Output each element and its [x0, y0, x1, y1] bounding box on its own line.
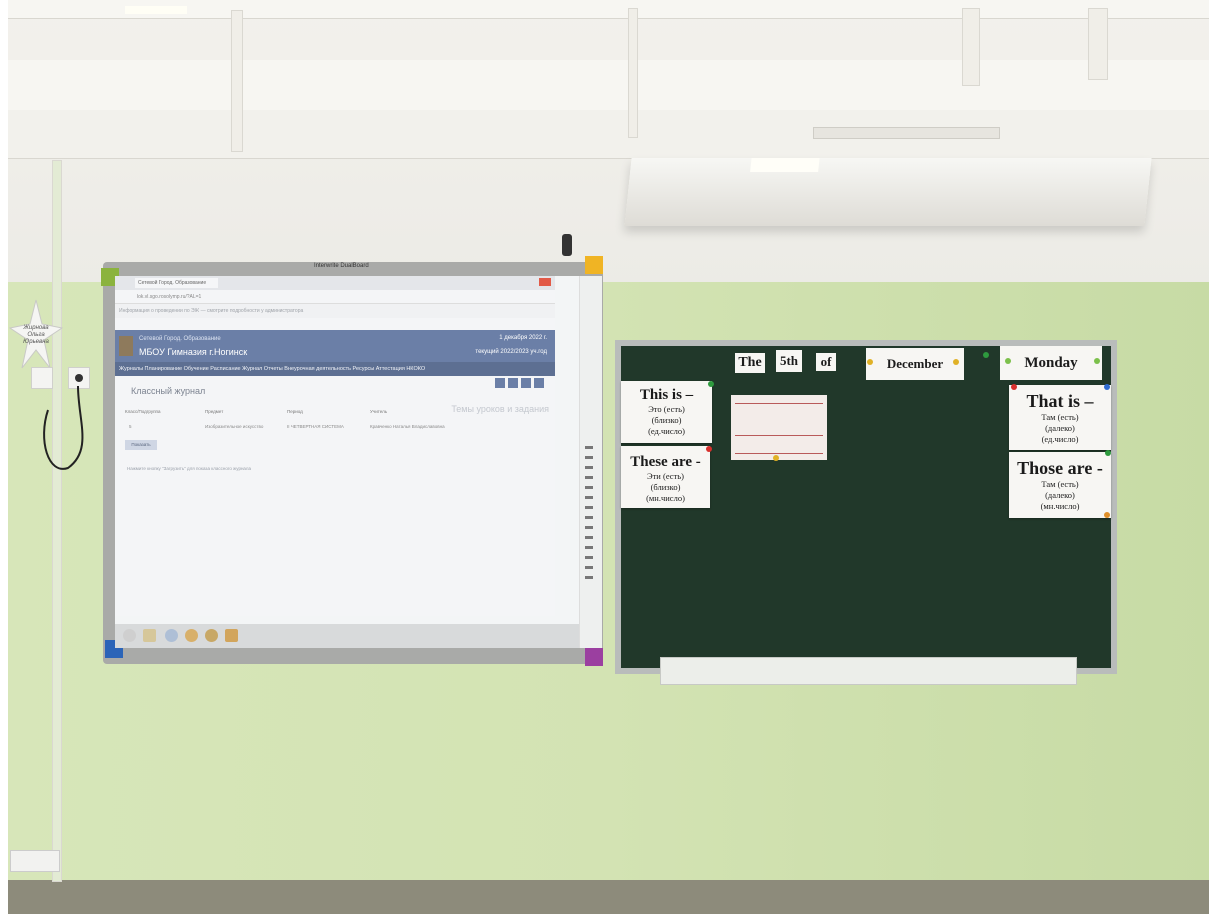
browser-tabbar: Сетевой Город. Образование — [115, 276, 555, 290]
page-title: Классный журнал — [131, 386, 206, 396]
hanging-lamp — [624, 158, 1152, 226]
star-text: Жирнова Ольга Юрьевна — [23, 325, 49, 345]
magnet — [1094, 358, 1100, 364]
main-nav[interactable]: Журналы Планирование Обучение Расписание… — [115, 362, 555, 376]
ceiling-beam — [8, 110, 1209, 159]
power-cable — [43, 385, 84, 470]
magnet — [773, 455, 779, 461]
ceiling-light — [125, 6, 187, 14]
floor — [8, 880, 1209, 914]
toolbar-button[interactable] — [508, 378, 518, 388]
school-logo — [119, 336, 133, 356]
app-icon[interactable] — [205, 629, 218, 642]
projected-screen: Сетевой Город. Образование lok.vl.sgo.ro… — [115, 276, 555, 616]
grammar-table-card — [731, 395, 827, 460]
magnet — [1105, 450, 1111, 456]
hint-text: Нажмите кнопку "Загрузить" для показа кл… — [127, 466, 252, 471]
card-that-is: That is – Там (есть) (далеко) (ед.число) — [1009, 385, 1111, 450]
notice-bar: Информация о проведении по ЭЖ — смотрите… — [115, 304, 555, 318]
date-word-month: December — [866, 348, 964, 380]
topics-link[interactable]: Темы уроков и задания — [451, 404, 549, 414]
camera-icon — [562, 234, 572, 256]
magnet — [1104, 384, 1110, 390]
close-icon[interactable] — [539, 278, 551, 286]
header-subtitle: Сетевой Город. Образование — [139, 336, 221, 342]
card-these-are: These are - Эти (есть) (близко) (мн.числ… — [621, 446, 710, 508]
date-word-weekday: Monday — [1000, 346, 1102, 380]
field-label-class: Класс/Подгруппа — [125, 409, 161, 414]
field-label-period: Период — [287, 409, 303, 414]
ceiling-beam — [8, 60, 1209, 111]
magnet — [1005, 358, 1011, 364]
header-date: 1 декабря 2022 г. — [499, 335, 547, 341]
interactive-whiteboard: Interwrite DualBoard Сетевой Город. Обра… — [101, 256, 603, 666]
date-word-the: The — [735, 353, 765, 373]
field-label-teacher: Учитель — [370, 409, 388, 414]
magnet — [708, 381, 714, 387]
whiteboard-brand: Interwrite DualBoard — [314, 263, 369, 269]
header-title: МБОУ Гимназия г.Ногинск — [139, 347, 248, 357]
card-this-is: This is – Это (есть) (близко) (ед.число) — [621, 381, 712, 443]
pipe — [231, 10, 243, 152]
start-icon[interactable] — [123, 629, 136, 642]
classroom-scene: Жирнова Ольга Юрьевна Interwrite DualBoa… — [0, 0, 1209, 914]
pipe — [628, 8, 638, 138]
chalk-tray — [660, 657, 1077, 685]
app-icon[interactable] — [225, 629, 238, 642]
browser-icon[interactable] — [165, 629, 178, 642]
magnet — [983, 352, 989, 358]
pipe — [1088, 8, 1108, 80]
pipe — [962, 8, 980, 86]
wall-pipe — [52, 160, 62, 882]
class-select[interactable]: 5 — [129, 424, 132, 429]
period-select[interactable]: II ЧЕТВЕРТНАЯ СИСТЕМА — [287, 424, 344, 429]
magnet — [867, 359, 873, 365]
ceiling-rail — [813, 127, 1000, 139]
subject-select[interactable]: Изобразительное искусство — [205, 424, 263, 429]
teacher-select[interactable]: Кравченко Наталья Владиславовна — [370, 424, 445, 429]
magnet — [706, 446, 712, 452]
site-header: Сетевой Город. Образование МБОУ Гимназия… — [115, 330, 555, 362]
chrome-icon[interactable] — [185, 629, 198, 642]
whiteboard-surface[interactable]: Сетевой Город. Образование lok.vl.sgo.ro… — [115, 276, 602, 648]
date-word-5th: 5th — [776, 350, 802, 372]
address-bar[interactable]: lok.vl.sgo.rosolymp.ru/?AL=1 — [115, 290, 555, 304]
folder-icon[interactable] — [143, 629, 156, 642]
floor-outlet — [10, 850, 60, 872]
date-word-of: of — [816, 353, 836, 371]
card-those-are: Those are - Там (есть) (далеко) (мн.числ… — [1009, 452, 1111, 518]
toolbar-button[interactable] — [495, 378, 505, 388]
show-button[interactable]: Показать — [125, 440, 157, 450]
toolbar-button[interactable] — [534, 378, 544, 388]
header-user[interactable]: текущий 2022/2023 уч.год — [475, 349, 547, 355]
toolbar-button[interactable] — [521, 378, 531, 388]
ceiling-beam — [8, 0, 1209, 19]
magnet — [953, 359, 959, 365]
taskbar — [115, 624, 579, 648]
browser-tab[interactable]: Сетевой Город. Образование — [135, 278, 218, 288]
magnet — [1104, 512, 1110, 518]
tool-tray[interactable] — [579, 276, 602, 648]
magnet — [1011, 384, 1017, 390]
field-label-subject: Предмет — [205, 409, 224, 414]
